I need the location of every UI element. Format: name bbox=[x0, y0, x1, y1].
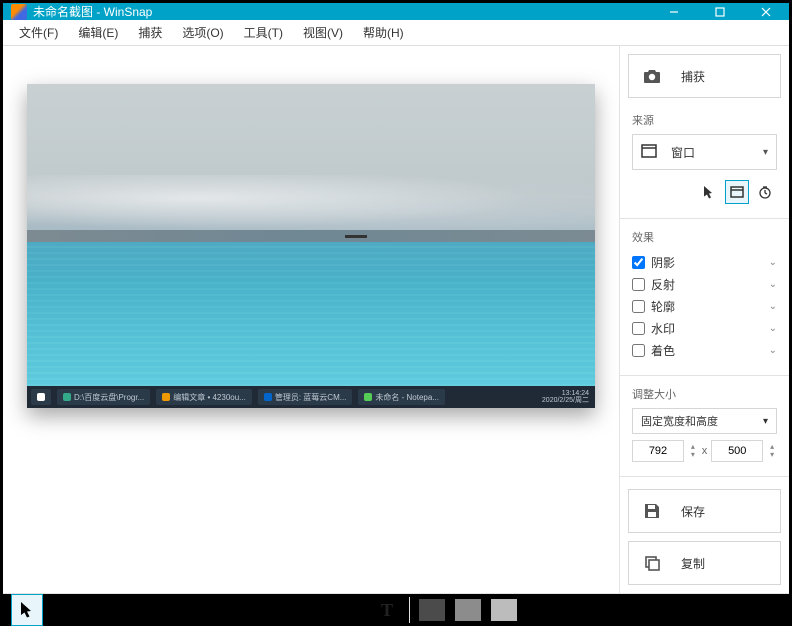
tool-pointer[interactable] bbox=[11, 594, 43, 626]
source-mode-row bbox=[632, 180, 777, 204]
fx-watermark-check[interactable] bbox=[632, 322, 645, 335]
menu-view[interactable]: 视图(V) bbox=[293, 20, 353, 45]
save-label: 保存 bbox=[681, 503, 705, 520]
width-input[interactable] bbox=[632, 440, 684, 462]
menu-tools[interactable]: 工具(T) bbox=[234, 20, 293, 45]
fx-reflect-check[interactable] bbox=[632, 278, 645, 291]
copy-button[interactable]: 复制 bbox=[628, 541, 781, 585]
boat bbox=[345, 235, 367, 238]
capture-label: 捕获 bbox=[681, 68, 705, 85]
horizon bbox=[27, 230, 595, 242]
chevron-down-icon[interactable]: ⌄ bbox=[769, 323, 777, 334]
dimensions-row: ▴▾ x ▴▾ bbox=[632, 440, 777, 462]
source-dropdown[interactable]: 窗口 ▾ bbox=[632, 134, 777, 170]
tool-bar: T bbox=[3, 593, 789, 626]
window-buttons bbox=[651, 3, 789, 20]
capture-button[interactable]: 捕获 bbox=[628, 54, 781, 98]
captured-taskbar: D:\百度云盘\Progr... 编辑文章 • 4230ou... 管理员: 蓝… bbox=[27, 386, 595, 408]
fx-shadow[interactable]: 阴影⌄ bbox=[632, 251, 777, 273]
task-item: 未命名 - Notepa... bbox=[358, 389, 445, 405]
tool-crop[interactable] bbox=[47, 594, 79, 626]
task-item: D:\百度云盘\Progr... bbox=[57, 389, 150, 405]
pointer-mode-button[interactable] bbox=[697, 180, 721, 204]
resize-section: 调整大小 固定宽度和高度 ▾ ▴▾ x ▴▾ bbox=[620, 380, 789, 472]
minimize-button[interactable] bbox=[651, 3, 697, 20]
chevron-down-icon[interactable]: ⌄ bbox=[769, 345, 777, 356]
camera-icon bbox=[641, 68, 663, 84]
task-item: 管理员: 蓝莓云CM... bbox=[258, 389, 353, 405]
window-icon bbox=[641, 144, 657, 161]
menu-options[interactable]: 选项(O) bbox=[172, 20, 233, 45]
chevron-down-icon[interactable]: ⌄ bbox=[769, 257, 777, 268]
tool-arrow[interactable] bbox=[155, 594, 187, 626]
menu-help[interactable]: 帮助(H) bbox=[353, 20, 414, 45]
height-input[interactable] bbox=[711, 440, 763, 462]
captured-clock: 13:14:24 2020/2/25/周二 bbox=[542, 390, 591, 404]
menu-file[interactable]: 文件(F) bbox=[9, 20, 68, 45]
menubar: 文件(F) 编辑(E) 捕获 选项(O) 工具(T) 视图(V) 帮助(H) bbox=[3, 20, 789, 46]
task-item: 编辑文章 • 4230ou... bbox=[156, 389, 252, 405]
tool-roundrect[interactable] bbox=[227, 594, 259, 626]
fx-shadow-check[interactable] bbox=[632, 256, 645, 269]
fx-outline-check[interactable] bbox=[632, 300, 645, 313]
app-icon bbox=[11, 4, 27, 20]
maximize-button[interactable] bbox=[697, 3, 743, 20]
tool-ellipse[interactable] bbox=[263, 594, 295, 626]
window-title: 未命名截图 - WinSnap bbox=[33, 3, 651, 20]
source-value: 窗口 bbox=[671, 144, 695, 161]
close-button[interactable] bbox=[743, 3, 789, 20]
window-mode-button[interactable] bbox=[725, 180, 749, 204]
source-section: 来源 窗口 ▾ bbox=[620, 106, 789, 214]
fx-reflect[interactable]: 反射⌄ bbox=[632, 273, 777, 295]
fx-outline[interactable]: 轮廓⌄ bbox=[632, 295, 777, 317]
separator bbox=[409, 597, 410, 623]
sky-clouds bbox=[27, 175, 595, 233]
chevron-down-icon: ▾ bbox=[763, 147, 768, 158]
tool-pen[interactable] bbox=[83, 594, 115, 626]
start-button bbox=[31, 389, 51, 405]
app-window: 未命名截图 - WinSnap 文件(F) 编辑(E) 捕获 选项(O) 工具(… bbox=[0, 0, 792, 555]
body: D:\百度云盘\Progr... 编辑文章 • 4230ou... 管理员: 蓝… bbox=[3, 46, 789, 593]
resize-title: 调整大小 bbox=[632, 386, 777, 402]
swatch-mid[interactable] bbox=[452, 594, 484, 626]
water bbox=[27, 246, 595, 386]
fx-tint-check[interactable] bbox=[632, 344, 645, 357]
chevron-down-icon: ▾ bbox=[763, 416, 768, 427]
effects-section: 效果 阴影⌄ 反射⌄ 轮廓⌄ 水印⌄ 着色⌄ bbox=[620, 223, 789, 371]
canvas-area: D:\百度云盘\Progr... 编辑文章 • 4230ou... 管理员: 蓝… bbox=[3, 46, 619, 593]
screenshot-preview[interactable]: D:\百度云盘\Progr... 编辑文章 • 4230ou... 管理员: 蓝… bbox=[27, 84, 595, 408]
copy-icon bbox=[641, 554, 663, 572]
tool-pixelate[interactable] bbox=[335, 594, 367, 626]
width-spinner[interactable]: ▴▾ bbox=[688, 443, 698, 459]
tool-line[interactable] bbox=[119, 594, 151, 626]
times-icon: x bbox=[702, 445, 708, 457]
tool-rect[interactable] bbox=[191, 594, 223, 626]
side-panel: 捕获 来源 窗口 ▾ 效果 阴影⌄ 反射⌄ bbox=[619, 46, 789, 593]
menu-edit[interactable]: 编辑(E) bbox=[68, 20, 128, 45]
timer-mode-button[interactable] bbox=[753, 180, 777, 204]
effects-title: 效果 bbox=[632, 229, 777, 245]
tool-text[interactable]: T bbox=[371, 594, 403, 626]
save-button[interactable]: 保存 bbox=[628, 489, 781, 533]
swatch-dark[interactable] bbox=[416, 594, 448, 626]
fx-watermark[interactable]: 水印⌄ bbox=[632, 317, 777, 339]
save-icon bbox=[641, 502, 663, 520]
tool-blur[interactable] bbox=[299, 594, 331, 626]
titlebar: 未命名截图 - WinSnap bbox=[3, 3, 789, 20]
resize-mode-dropdown[interactable]: 固定宽度和高度 ▾ bbox=[632, 408, 777, 434]
chevron-down-icon[interactable]: ⌄ bbox=[769, 301, 777, 312]
menu-capture[interactable]: 捕获 bbox=[128, 20, 172, 45]
copy-label: 复制 bbox=[681, 555, 705, 572]
height-spinner[interactable]: ▴▾ bbox=[767, 443, 777, 459]
fx-tint[interactable]: 着色⌄ bbox=[632, 339, 777, 361]
source-title: 来源 bbox=[632, 112, 777, 128]
chevron-down-icon[interactable]: ⌄ bbox=[769, 279, 777, 290]
swatch-light[interactable] bbox=[488, 594, 520, 626]
